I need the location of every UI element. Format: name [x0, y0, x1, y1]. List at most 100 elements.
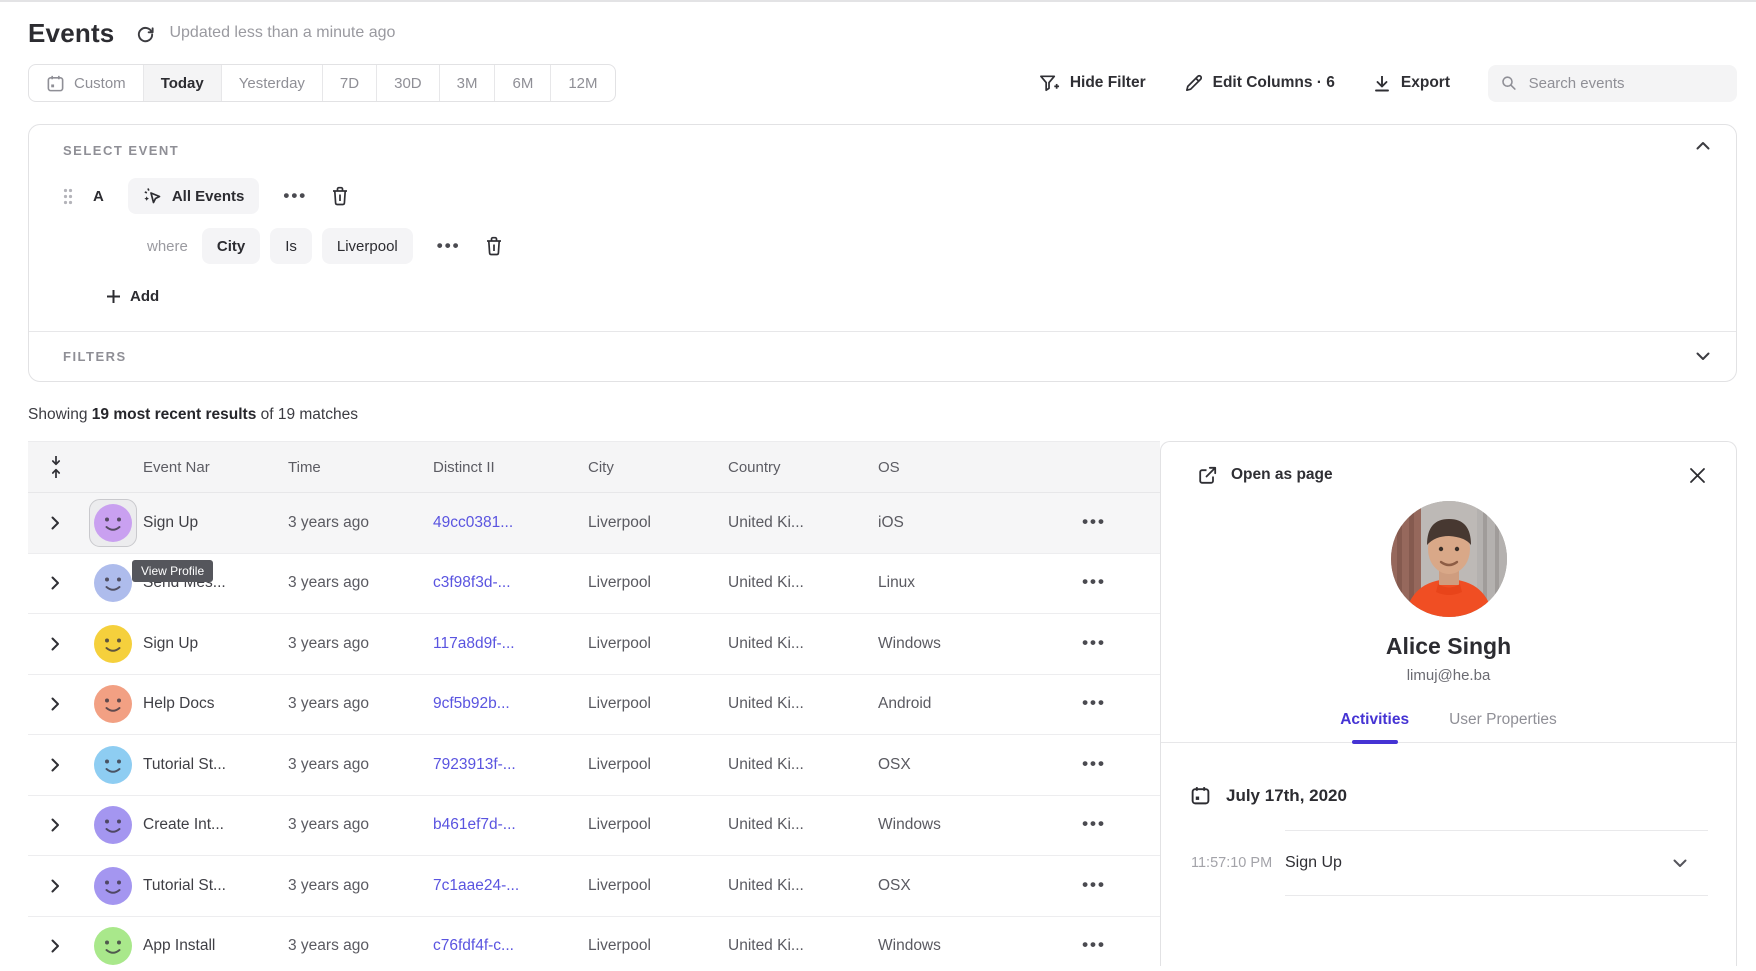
edit-columns-button[interactable]: Edit Columns · 6: [1184, 74, 1335, 93]
refresh-button[interactable]: [136, 24, 155, 43]
tab-user-properties[interactable]: User Properties: [1449, 711, 1557, 742]
cell-city: Liverpool: [588, 635, 728, 653]
delete-where-button[interactable]: [485, 236, 503, 256]
where-more-button[interactable]: •••: [437, 241, 461, 251]
row-more-button[interactable]: •••: [1082, 695, 1106, 713]
row-more-button[interactable]: •••: [1082, 937, 1106, 955]
hide-filter-button[interactable]: Hide Filter: [1039, 73, 1146, 93]
row-more-button[interactable]: •••: [1082, 756, 1106, 774]
cell-distinct-id-link[interactable]: 117a8d9f-...: [433, 635, 588, 653]
col-country[interactable]: Country: [728, 459, 878, 476]
expand-row-button[interactable]: [28, 516, 83, 530]
col-time[interactable]: Time: [288, 459, 433, 476]
select-event-section: SELECT EVENT A: [29, 125, 1736, 331]
expand-row-button[interactable]: [28, 637, 83, 651]
expand-row-button[interactable]: [28, 879, 83, 893]
activity-event-card[interactable]: Sign Up: [1285, 830, 1708, 896]
row-more-button[interactable]: •••: [1082, 635, 1106, 653]
search-box[interactable]: [1488, 65, 1737, 102]
tab-label: 30D: [394, 75, 422, 92]
add-clause-button[interactable]: Add: [106, 288, 1712, 305]
avatar[interactable]: [94, 867, 132, 905]
chevron-right-icon: [51, 939, 60, 953]
cell-distinct-id-link[interactable]: c76fdf4f-c...: [433, 937, 588, 955]
tab-12m[interactable]: 12M: [551, 65, 614, 101]
tab-today[interactable]: Today: [144, 65, 222, 101]
avatar[interactable]: [94, 504, 132, 542]
cell-city: Liverpool: [588, 695, 728, 713]
col-distinct-id[interactable]: Distinct II: [433, 459, 588, 476]
cell-distinct-id-link[interactable]: 49cc0381...: [433, 514, 588, 532]
delete-event-button[interactable]: [331, 186, 349, 206]
expand-row-button[interactable]: [28, 818, 83, 832]
cell-distinct-id-link[interactable]: b461ef7d-...: [433, 816, 588, 834]
col-event-name[interactable]: Event Nar: [143, 459, 288, 476]
tab-custom[interactable]: Custom: [29, 65, 144, 101]
avatar[interactable]: [94, 564, 132, 602]
avatar[interactable]: [94, 746, 132, 784]
expand-row-button[interactable]: [28, 758, 83, 772]
close-panel-button[interactable]: [1689, 467, 1706, 484]
cell-distinct-id-link[interactable]: 7c1aae24-...: [433, 877, 588, 895]
chevron-right-icon: [51, 818, 60, 832]
filters-section[interactable]: FILTERS: [29, 331, 1736, 381]
open-as-page-button[interactable]: Open as page: [1198, 465, 1333, 485]
tab-3m[interactable]: 3M: [440, 65, 496, 101]
results-summary: Showing 19 most recent results of 19 mat…: [28, 406, 1737, 424]
row-more-button[interactable]: •••: [1082, 877, 1106, 895]
tab-6m[interactable]: 6M: [495, 65, 551, 101]
cell-os: Android: [878, 695, 1028, 713]
table-row: Help Docs 3 years ago 9cf5b92b... Liverp…: [28, 675, 1160, 736]
cell-distinct-id-link[interactable]: c3f98f3d-...: [433, 574, 588, 592]
export-button[interactable]: Export: [1373, 74, 1450, 93]
property-pill[interactable]: City: [202, 228, 260, 264]
avatar[interactable]: [94, 625, 132, 663]
col-os[interactable]: OS: [878, 459, 1028, 476]
event-selector-pill[interactable]: All Events: [128, 178, 260, 214]
page-title: Events: [28, 18, 114, 49]
avatar[interactable]: [94, 806, 132, 844]
more-dots-icon: •••: [1082, 572, 1106, 591]
expand-row-button[interactable]: [28, 576, 83, 590]
tab-label: Today: [161, 75, 204, 92]
tab-label: 12M: [568, 75, 597, 92]
cell-country: United Ki...: [728, 937, 878, 955]
table-row: App Install 3 years ago c76fdf4f-c... Li…: [28, 917, 1160, 967]
collapse-rows-button[interactable]: [28, 455, 83, 479]
drag-handle[interactable]: [63, 188, 73, 205]
row-more-button[interactable]: •••: [1082, 574, 1106, 592]
avatar-face-icon: [94, 746, 132, 784]
activity-time: 11:57:10 PM: [1191, 830, 1285, 896]
row-more-button[interactable]: •••: [1082, 816, 1106, 834]
avatar[interactable]: [94, 927, 132, 965]
cell-event-name: Tutorial St...: [143, 756, 288, 774]
tab-activities[interactable]: Activities: [1340, 711, 1409, 742]
more-dots-icon: •••: [1082, 875, 1106, 894]
value-pill[interactable]: Liverpool: [322, 228, 413, 264]
collapse-section-button[interactable]: [1696, 141, 1710, 150]
avatar[interactable]: [94, 685, 132, 723]
expand-row-button[interactable]: [28, 939, 83, 953]
table-row: Create Int... 3 years ago b461ef7d-... L…: [28, 796, 1160, 857]
avatar-face-icon: [94, 685, 132, 723]
expand-row-button[interactable]: [28, 697, 83, 711]
cell-distinct-id-link[interactable]: 7923913f-...: [433, 756, 588, 774]
operator-pill[interactable]: Is: [270, 228, 312, 264]
value-label: Liverpool: [337, 238, 398, 255]
avatar-frame: [89, 499, 137, 547]
search-input[interactable]: [1527, 74, 1724, 93]
col-city[interactable]: City: [588, 459, 728, 476]
cell-city: Liverpool: [588, 816, 728, 834]
cell-distinct-id-link[interactable]: 9cf5b92b...: [433, 695, 588, 713]
drag-handle-icon: [63, 188, 73, 205]
tab-30d[interactable]: 30D: [377, 65, 440, 101]
export-label: Export: [1401, 74, 1450, 92]
tab-yesterday[interactable]: Yesterday: [222, 65, 323, 101]
clause-letter: A: [93, 188, 104, 205]
event-more-button[interactable]: •••: [283, 191, 307, 201]
profile-photo-illustration: [1391, 501, 1507, 617]
row-more-button[interactable]: •••: [1082, 514, 1106, 532]
hide-filter-label: Hide Filter: [1070, 74, 1146, 92]
tab-7d[interactable]: 7D: [323, 65, 377, 101]
chevron-right-icon: [51, 576, 60, 590]
